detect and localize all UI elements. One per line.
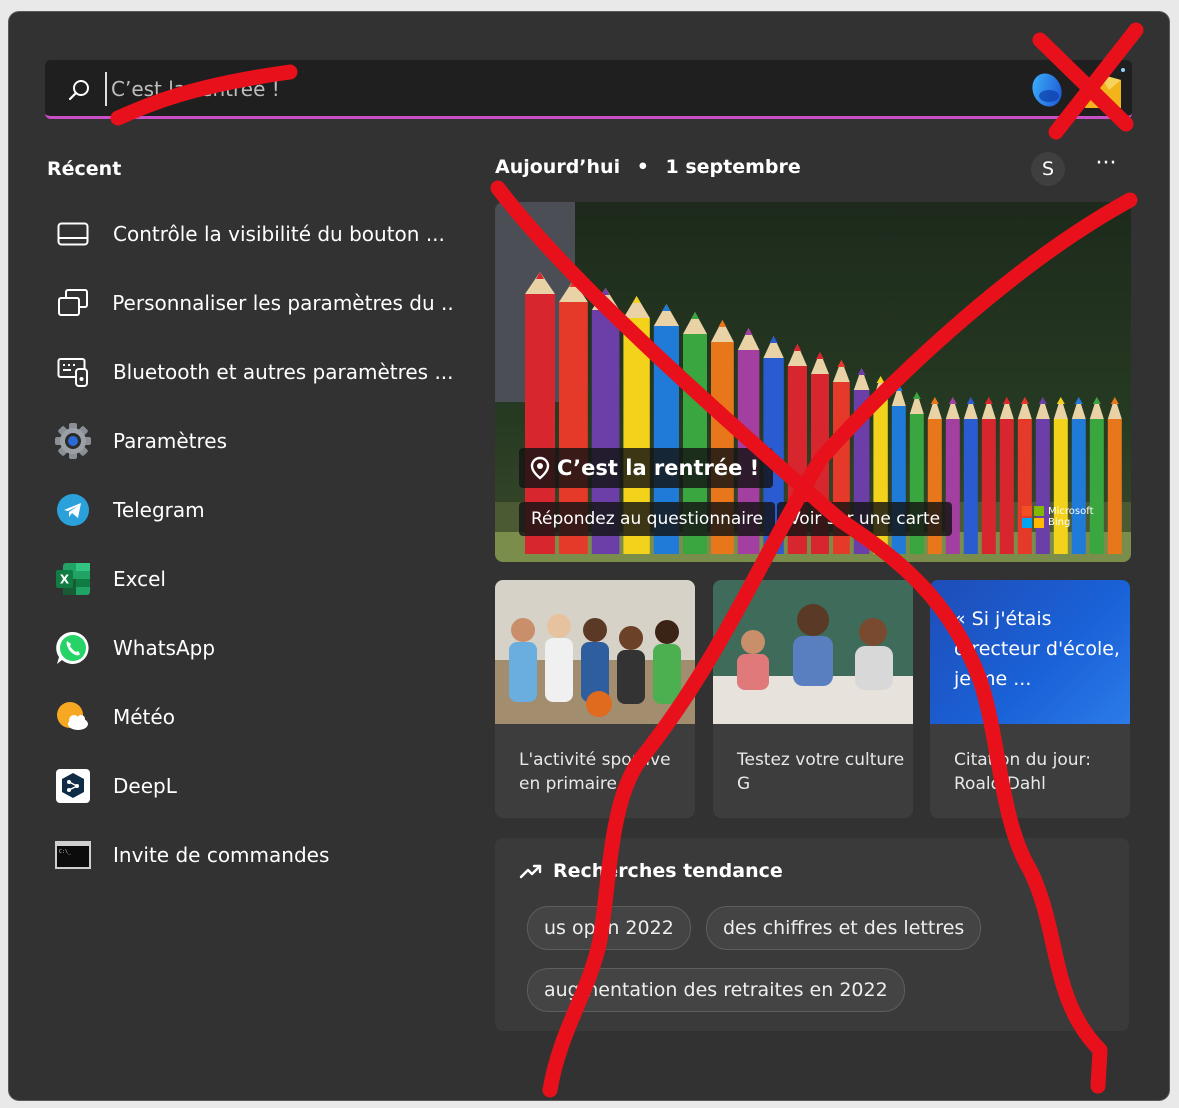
recent-item-label: WhatsApp	[113, 636, 216, 660]
svg-text:C:\_: C:\_	[59, 849, 72, 855]
recent-item-meteo[interactable]: Météo	[53, 693, 453, 741]
microsoft-logo-icon	[1022, 506, 1044, 528]
whatsapp-icon	[53, 628, 93, 668]
taskbar-icon	[53, 214, 93, 254]
recent-item-label: Telegram	[113, 498, 205, 522]
devices-icon	[53, 352, 93, 392]
weather-icon	[53, 697, 93, 737]
brand-line1: Microsoft	[1048, 506, 1094, 517]
recent-item-label: Invite de commandes	[113, 843, 330, 867]
pencil-stake	[981, 419, 996, 554]
hero-card[interactable]: C’est la rentrée ! Répondez au questionn…	[495, 202, 1131, 562]
pencil-stake	[1035, 419, 1050, 554]
pencil-stake	[1053, 419, 1068, 554]
trend-chip[interactable]: augmentation des retraites en 2022	[527, 968, 905, 1012]
hero-title-text: C’est la rentrée !	[557, 456, 760, 480]
search-highlight-icon[interactable]	[1079, 66, 1127, 112]
recent-item-excel[interactable]: X Excel	[53, 555, 453, 603]
pencil-stake	[1071, 419, 1086, 554]
search-bar[interactable]	[45, 60, 1132, 119]
excel-icon: X	[53, 559, 93, 599]
card-image	[713, 580, 913, 724]
recent-item-personalize[interactable]: Personnaliser les paramètres du ...	[53, 279, 453, 327]
search-input[interactable]	[105, 72, 1013, 106]
microsoft-bing-logo: Microsoft Bing	[1022, 506, 1094, 528]
recent-item-bluetooth[interactable]: Bluetooth et autres paramètres ...	[53, 348, 453, 396]
recent-item-label: Météo	[113, 705, 175, 729]
today-label: Aujourd’hui	[495, 156, 621, 178]
quiz-button[interactable]: Répondez au questionnaire	[519, 502, 776, 536]
deepl-icon	[53, 766, 93, 806]
trending-up-icon	[519, 864, 542, 879]
recent-item-label: Excel	[113, 567, 166, 591]
recent-item-label: Paramètres	[113, 429, 228, 453]
map-button[interactable]: Voir sur une carte	[777, 502, 953, 536]
location-pin-icon	[530, 456, 550, 480]
news-card-quote[interactable]: « Si j'étais directeur d'école, je me ..…	[930, 580, 1130, 818]
search-icon	[68, 80, 89, 101]
recent-item-cmd[interactable]: C:\_ Invite de commandes	[53, 831, 453, 879]
trend-chip[interactable]: us open 2022	[527, 906, 691, 950]
recent-item-label: Bluetooth et autres paramètres ...	[112, 360, 453, 384]
svg-text:X: X	[60, 573, 70, 587]
card-image	[495, 580, 695, 724]
pencil-stake	[1017, 419, 1032, 554]
gear-icon	[53, 421, 93, 461]
windows-copy-icon	[53, 283, 92, 323]
card-caption: Citation du jour: Roald Dahl	[954, 750, 1091, 794]
date-separator: •	[636, 156, 649, 178]
terminal-icon: C:\_	[53, 835, 93, 875]
recent-item-telegram[interactable]: Telegram	[53, 486, 453, 534]
pencil-stake	[963, 419, 978, 554]
quote-banner: « Si j'étais directeur d'école, je me ..…	[930, 580, 1130, 724]
recent-item-deepl[interactable]: DeepL	[53, 762, 453, 810]
more-options-icon[interactable]: ···	[1091, 152, 1121, 182]
telegram-icon	[53, 490, 93, 530]
recent-item-whatsapp[interactable]: WhatsApp	[53, 624, 453, 672]
trends-header: Recherches tendance	[519, 860, 783, 882]
pencil-stake	[1107, 419, 1122, 554]
recent-item-label: DeepL	[113, 774, 177, 798]
news-card-quiz[interactable]: Testez votre culture G	[713, 580, 913, 818]
recent-item-label: Personnaliser les paramètres du ...	[112, 291, 453, 315]
pencil-stake	[999, 419, 1014, 554]
avatar[interactable]: S	[1031, 152, 1065, 186]
search-panel: Récent Contrôle la visibilité du bouton …	[9, 12, 1169, 1100]
recent-item-settings[interactable]: Paramètres	[53, 417, 453, 465]
trending-searches: Recherches tendance us open 2022 des chi…	[495, 838, 1129, 1031]
recent-title: Récent	[47, 158, 122, 180]
pencil-stake	[1089, 419, 1104, 554]
news-card-sport[interactable]: L'activité sportive en primaire	[495, 580, 695, 818]
hero-title[interactable]: C’est la rentrée !	[519, 448, 774, 488]
date-header: Aujourd’hui • 1 septembre	[495, 156, 801, 178]
card-caption: L'activité sportive en primaire	[519, 750, 671, 794]
trends-title: Recherches tendance	[553, 860, 783, 882]
brand-line2: Bing	[1048, 517, 1071, 528]
card-caption: Testez votre culture G	[737, 750, 905, 794]
recent-item-taskbar[interactable]: Contrôle la visibilité du bouton ...	[53, 210, 453, 258]
quote-text: « Si j'étais directeur d'école, je me ..…	[954, 608, 1120, 690]
recent-item-label: Contrôle la visibilité du bouton ...	[113, 222, 445, 246]
date-label: 1 septembre	[665, 156, 801, 178]
bing-chat-icon[interactable]	[1025, 68, 1067, 110]
trend-chip[interactable]: des chiffres et des lettres	[706, 906, 982, 950]
